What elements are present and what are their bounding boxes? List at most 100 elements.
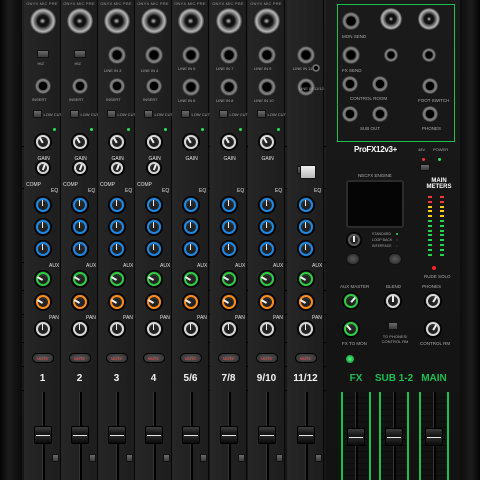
mute-button[interactable]: MUTE (217, 353, 240, 363)
xlr-combo-jack[interactable] (177, 8, 204, 34)
eq-high-knob[interactable] (144, 196, 163, 214)
solo-button[interactable] (315, 454, 322, 462)
lowcut-button[interactable] (106, 110, 116, 118)
channel-fader[interactable] (70, 426, 89, 444)
channel-fader[interactable] (257, 426, 276, 444)
eq-mid-knob[interactable] (144, 218, 163, 236)
bluetooth-button[interactable] (300, 165, 316, 179)
blend-knob[interactable] (384, 292, 402, 310)
eq-low-knob[interactable] (70, 240, 89, 258)
pan-knob[interactable] (296, 320, 315, 338)
channel-fader[interactable] (181, 426, 200, 444)
solo-button[interactable] (276, 454, 283, 462)
insert-jack[interactable] (145, 78, 162, 94)
aux-send-knob[interactable] (219, 270, 238, 288)
eq-high-knob[interactable] (33, 196, 52, 214)
fx-fader[interactable] (347, 428, 365, 446)
aux-send-knob[interactable] (257, 270, 276, 288)
line-input-left-jack[interactable] (296, 46, 315, 64)
aux-send-knob[interactable] (181, 270, 200, 288)
lowcut-button[interactable] (32, 110, 42, 118)
pan-knob[interactable] (33, 320, 52, 338)
mute-button[interactable]: MUTE (294, 353, 317, 363)
mute-button[interactable]: MUTE (179, 353, 202, 363)
eq-high-knob[interactable] (181, 196, 200, 214)
sub-fader[interactable] (385, 428, 403, 446)
control-room-left-jack[interactable] (342, 76, 358, 92)
channel-fader[interactable] (33, 426, 52, 444)
phones-jack[interactable] (422, 106, 438, 122)
insert-jack[interactable] (34, 78, 51, 94)
eq-mid-knob[interactable] (33, 218, 52, 236)
gain-knob[interactable] (107, 133, 126, 151)
main-fader[interactable] (425, 428, 443, 446)
eq-mid-knob[interactable] (257, 218, 276, 236)
pan-knob[interactable] (181, 320, 200, 338)
line-input-left-jack[interactable] (219, 46, 238, 64)
fx-to-mon-knob[interactable] (342, 320, 360, 338)
sub-out-right-jack[interactable] (372, 106, 388, 122)
hiz-switch[interactable] (73, 50, 86, 58)
mute-button[interactable]: MUTE (255, 353, 278, 363)
fx-send-knob[interactable] (70, 293, 89, 311)
line-in-1112-extra-jack[interactable] (312, 64, 320, 72)
eq-low-knob[interactable] (219, 240, 238, 258)
xlr-combo-jack[interactable] (29, 8, 56, 34)
line-input-left-jack[interactable] (257, 46, 276, 64)
gain-knob[interactable] (181, 133, 200, 151)
solo-button[interactable] (89, 454, 96, 462)
aux-send-knob[interactable] (107, 270, 126, 288)
eq-high-knob[interactable] (257, 196, 276, 214)
pan-knob[interactable] (257, 320, 276, 338)
insert-jack[interactable] (71, 78, 88, 94)
aux-send-knob[interactable] (33, 270, 52, 288)
xlr-combo-jack[interactable] (215, 8, 242, 34)
mute-button[interactable]: MUTE (31, 353, 54, 363)
insert-jack[interactable] (108, 78, 125, 94)
phantom-power-button[interactable] (420, 164, 430, 171)
lowcut-button[interactable] (218, 110, 228, 118)
eq-high-knob[interactable] (219, 196, 238, 214)
pan-knob[interactable] (144, 320, 163, 338)
lowcut-button[interactable] (256, 110, 266, 118)
gain-knob[interactable] (70, 133, 89, 151)
control-room-knob[interactable] (424, 320, 442, 338)
main-out-left-jack[interactable] (384, 48, 398, 62)
control-room-right-jack[interactable] (372, 76, 388, 92)
solo-button[interactable] (163, 454, 170, 462)
eq-mid-knob[interactable] (181, 218, 200, 236)
eq-mid-knob[interactable] (70, 218, 89, 236)
xlr-combo-jack[interactable] (253, 8, 280, 34)
solo-button[interactable] (126, 454, 133, 462)
gain-knob[interactable] (144, 133, 163, 151)
comp-knob[interactable] (145, 160, 162, 176)
channel-fader[interactable] (107, 426, 126, 444)
eq-mid-knob[interactable] (219, 218, 238, 236)
phones-level-knob[interactable] (424, 292, 442, 310)
pan-knob[interactable] (219, 320, 238, 338)
fx-back-button[interactable] (346, 253, 360, 265)
gain-knob[interactable] (257, 133, 276, 151)
eq-low-knob[interactable] (296, 240, 315, 258)
solo-button[interactable] (52, 454, 59, 462)
comp-knob[interactable] (34, 160, 51, 176)
sub-out-left-jack[interactable] (342, 106, 358, 122)
fx-send-knob[interactable] (257, 293, 276, 311)
to-phones-button[interactable] (388, 322, 398, 330)
mute-button[interactable]: MUTE (105, 353, 128, 363)
gain-knob[interactable] (219, 133, 238, 151)
main-out-right-jack[interactable] (422, 48, 436, 62)
line-input-jack[interactable] (107, 46, 126, 64)
main-out-right-xlr[interactable] (418, 8, 440, 30)
line-input-jack[interactable] (144, 46, 163, 64)
aux-send-knob[interactable] (296, 270, 315, 288)
line-input-right-jack[interactable] (181, 78, 200, 96)
aux-send-knob[interactable] (70, 270, 89, 288)
channel-fader[interactable] (296, 426, 315, 444)
fx-send-knob[interactable] (107, 293, 126, 311)
aux-master-knob[interactable] (342, 292, 360, 310)
lowcut-button[interactable] (69, 110, 79, 118)
solo-button[interactable] (200, 454, 207, 462)
solo-button[interactable] (238, 454, 245, 462)
xlr-combo-jack[interactable] (66, 8, 93, 34)
